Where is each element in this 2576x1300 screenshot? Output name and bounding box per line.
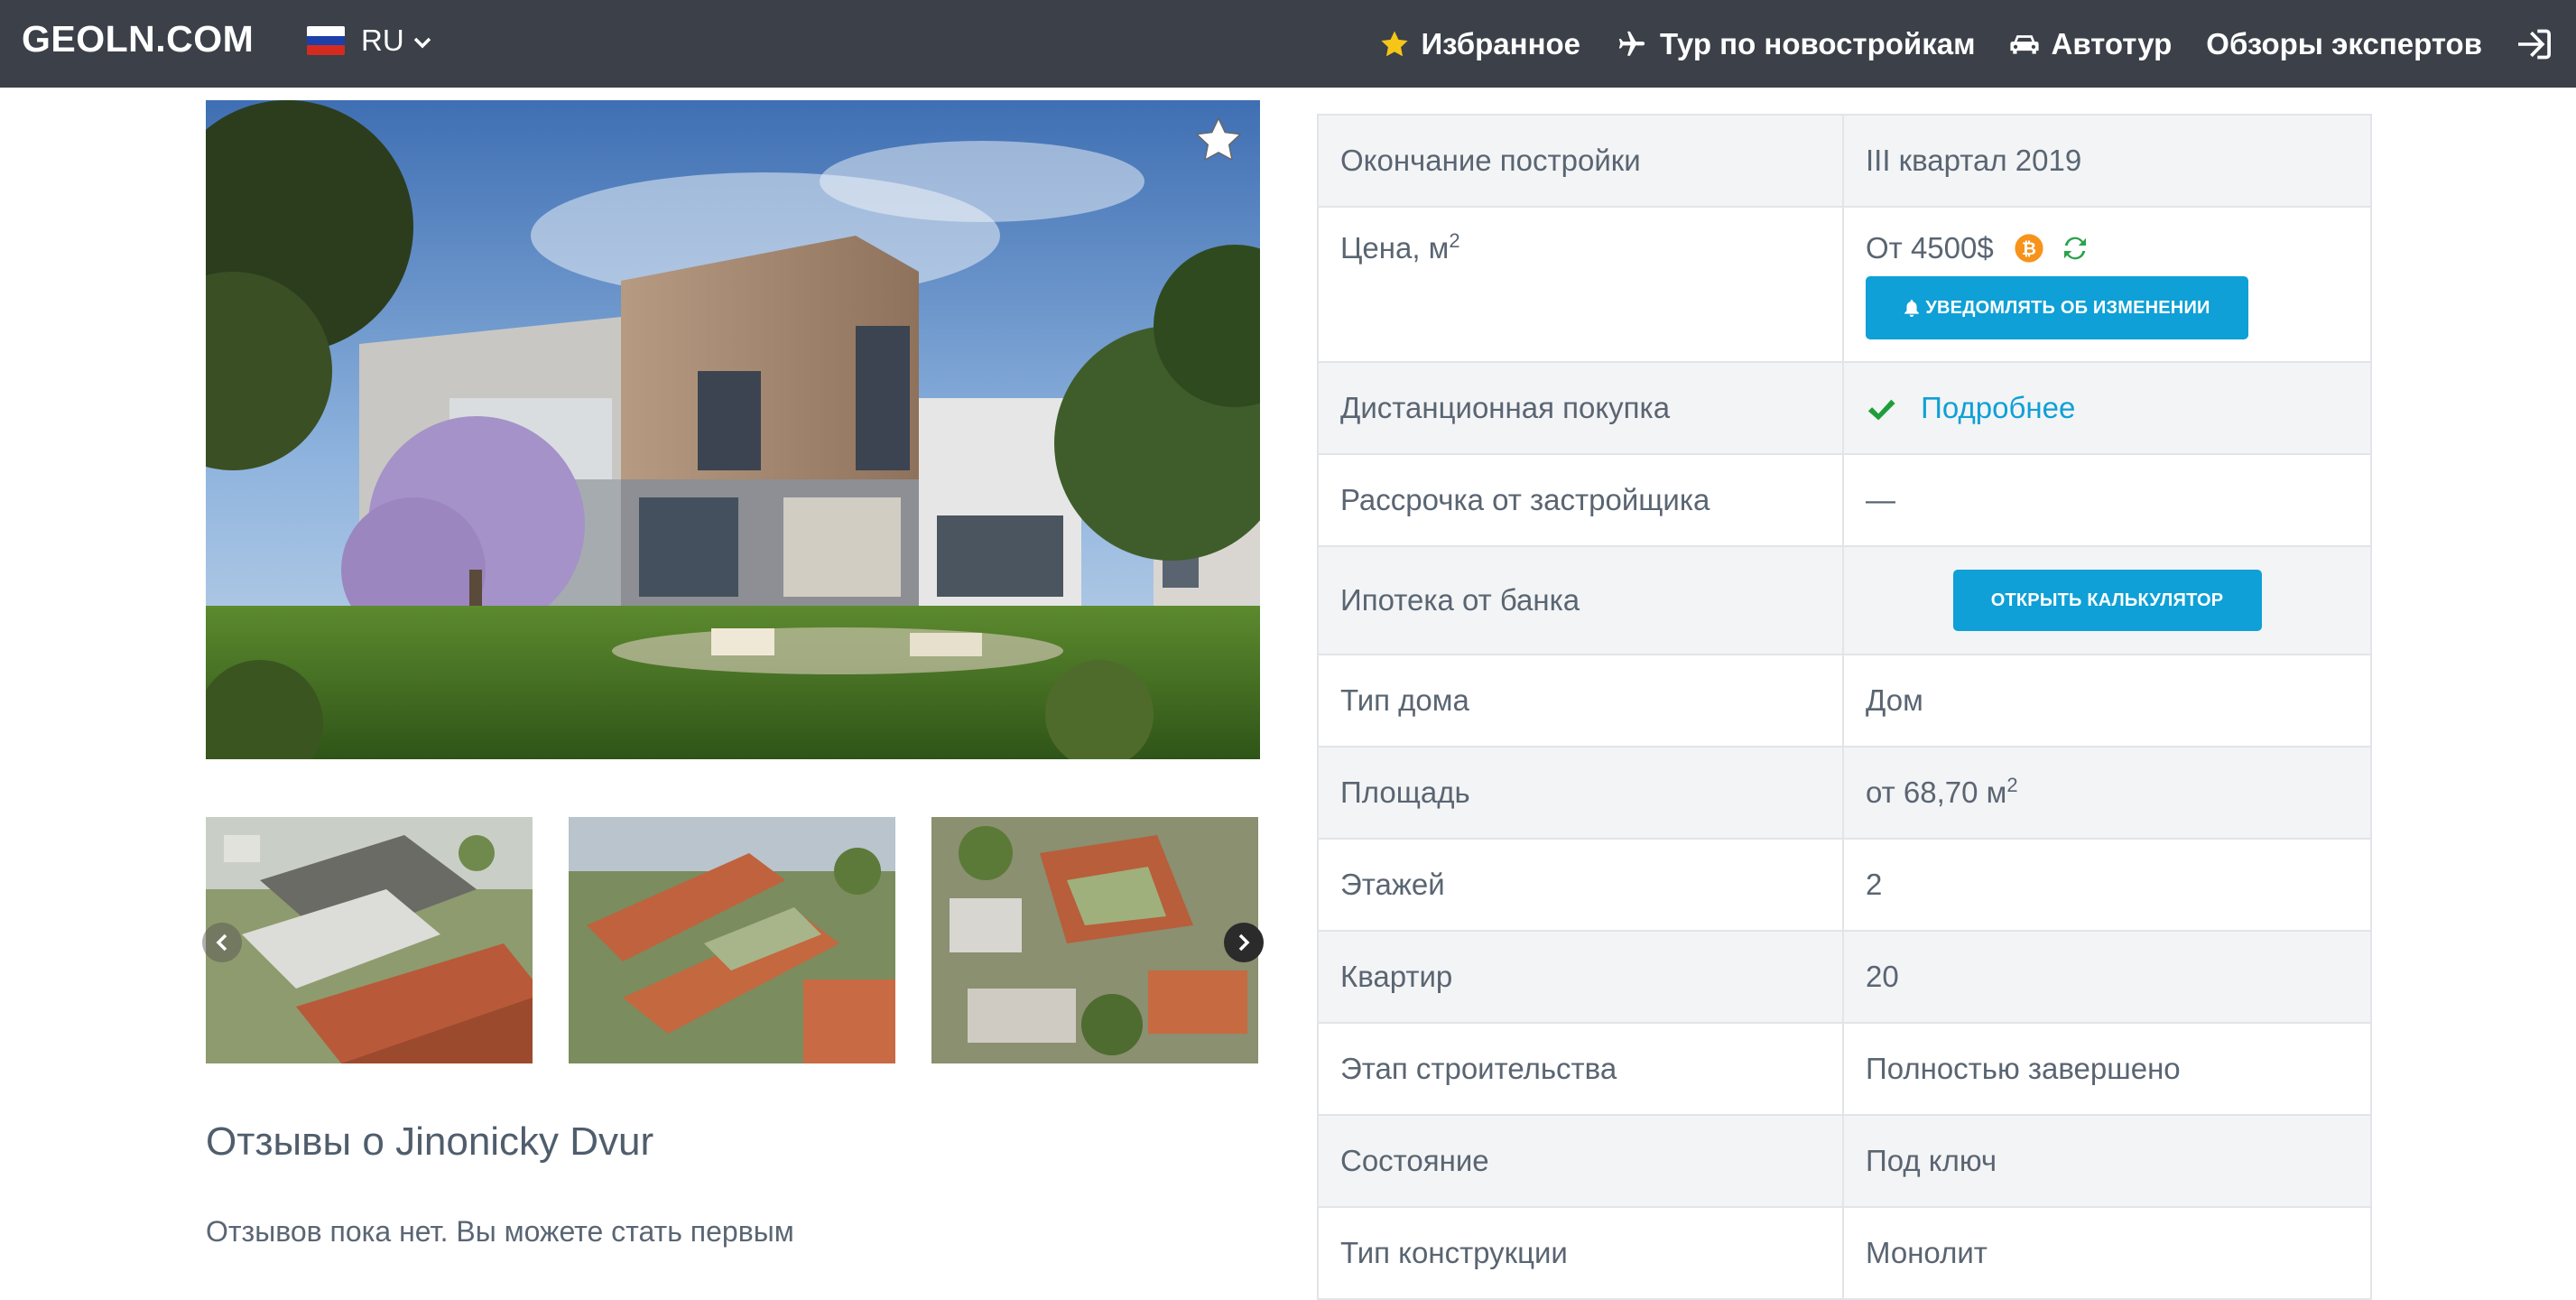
gallery-thumbnail[interactable] (569, 817, 895, 1063)
svg-text:₿: ₿ (2022, 239, 2036, 259)
spec-value: От 4500$ ₿ УВЕДОМЛЯТЬ ОБ ИЗМЕНЕНИИ (1842, 206, 2372, 363)
table-row: Ипотека от банка ОТКРЫТЬ КАЛЬКУЛЯТОР (1317, 545, 2372, 655)
nav-favorites[interactable]: Избранное (1379, 27, 1580, 61)
spec-value: Полностью завершено (1842, 1022, 2372, 1116)
spec-label: Квартир (1317, 930, 1844, 1024)
notify-changes-button[interactable]: УВЕДОМЛЯТЬ ОБ ИЗМЕНЕНИИ (1866, 276, 2248, 339)
table-row: Рассрочка от застройщика — (1317, 453, 2372, 547)
russia-flag-icon (307, 26, 345, 55)
spec-value: 20 (1842, 930, 2372, 1024)
spec-value: III квартал 2019 (1842, 114, 2372, 208)
add-favorite-star-icon[interactable] (1193, 115, 1244, 170)
spec-value: Подробнее (1842, 361, 2372, 455)
check-icon (1866, 396, 1896, 423)
site-logo[interactable]: GEOLN.COM (22, 18, 254, 60)
open-calculator-button[interactable]: ОТКРЫТЬ КАЛЬКУЛЯТОР (1952, 570, 2262, 631)
gallery-thumbnail[interactable] (206, 817, 533, 1063)
spec-value: — (1842, 453, 2372, 547)
property-specs-table: Окончание постройки III квартал 2019 Цен… (1317, 114, 2372, 1300)
spec-label: Тип дома (1317, 654, 1844, 748)
bell-icon (1904, 300, 1920, 317)
table-row: Этажей 2 (1317, 838, 2372, 932)
spec-value: Монолит (1842, 1206, 2372, 1300)
nav-autotour[interactable]: Автотур (2009, 27, 2172, 61)
spec-value: Под ключ (1842, 1114, 2372, 1208)
spec-label: Окончание постройки (1317, 114, 1844, 208)
spec-label: Цена, м2 (1317, 206, 1844, 363)
remote-purchase-details-link[interactable]: Подробнее (1921, 391, 2075, 424)
table-row: Цена, м2 От 4500$ ₿ УВЕДОМЛЯТЬ ОБ ИЗМЕНЕ… (1317, 206, 2372, 363)
thumbnail-carousel (202, 817, 1264, 1063)
spec-label: Тип конструкции (1317, 1206, 1844, 1300)
price-value: От 4500$ (1866, 231, 1994, 265)
spec-label: Этап строительства (1317, 1022, 1844, 1116)
carousel-prev-arrow-icon[interactable] (202, 923, 242, 962)
nav-expert-reviews[interactable]: Обзоры экспертов (2206, 27, 2482, 61)
spec-value: Дом (1842, 654, 2372, 748)
nav-new-buildings-tour[interactable]: Тур по новостройкам (1615, 27, 1975, 61)
gallery-thumbnail[interactable] (931, 817, 1258, 1063)
reviews-heading: Отзывы о Jinonicky Dvur (206, 1119, 654, 1164)
chevron-down-icon (413, 27, 431, 55)
language-selector[interactable]: RU (307, 23, 431, 58)
bitcoin-icon: ₿ (2014, 233, 2044, 264)
spec-label: Площадь (1317, 746, 1844, 840)
table-row: Тип дома Дом (1317, 654, 2372, 748)
language-code: RU (361, 23, 404, 57)
login-icon[interactable] (2516, 28, 2553, 60)
spec-label: Дистанционная покупка (1317, 361, 1844, 455)
reviews-empty-text: Отзывов пока нет. Вы можете стать первым (206, 1215, 794, 1248)
spec-value: ОТКРЫТЬ КАЛЬКУЛЯТОР (1842, 545, 2372, 655)
spec-label: Этажей (1317, 838, 1844, 932)
main-nav: Избранное Тур по новостройкам Автотур Об… (1345, 0, 2553, 88)
table-row: Дистанционная покупка Подробнее (1317, 361, 2372, 455)
star-icon (1379, 29, 1410, 60)
spec-label: Рассрочка от застройщика (1317, 453, 1844, 547)
car-icon (2009, 31, 2040, 58)
plane-icon (1615, 29, 1649, 60)
table-row: Этап строительства Полностью завершено (1317, 1022, 2372, 1116)
table-row: Окончание постройки III квартал 2019 (1317, 114, 2372, 208)
table-row: Тип конструкции Монолит (1317, 1206, 2372, 1300)
top-navbar: GEOLN.COM RU Избранное Тур по новостройк… (0, 0, 2576, 88)
table-row: Площадь от 68,70 м2 (1317, 746, 2372, 840)
spec-label: Состояние (1317, 1114, 1844, 1208)
spec-label: Ипотека от банка (1317, 545, 1844, 655)
spec-value: от 68,70 м2 (1842, 746, 2372, 840)
spec-value: 2 (1842, 838, 2372, 932)
carousel-next-arrow-icon[interactable] (1224, 923, 1264, 962)
table-row: Состояние Под ключ (1317, 1114, 2372, 1208)
house-render-image (206, 100, 1260, 759)
refresh-icon[interactable] (2059, 232, 2091, 265)
main-property-photo[interactable] (206, 100, 1260, 759)
table-row: Квартир 20 (1317, 930, 2372, 1024)
